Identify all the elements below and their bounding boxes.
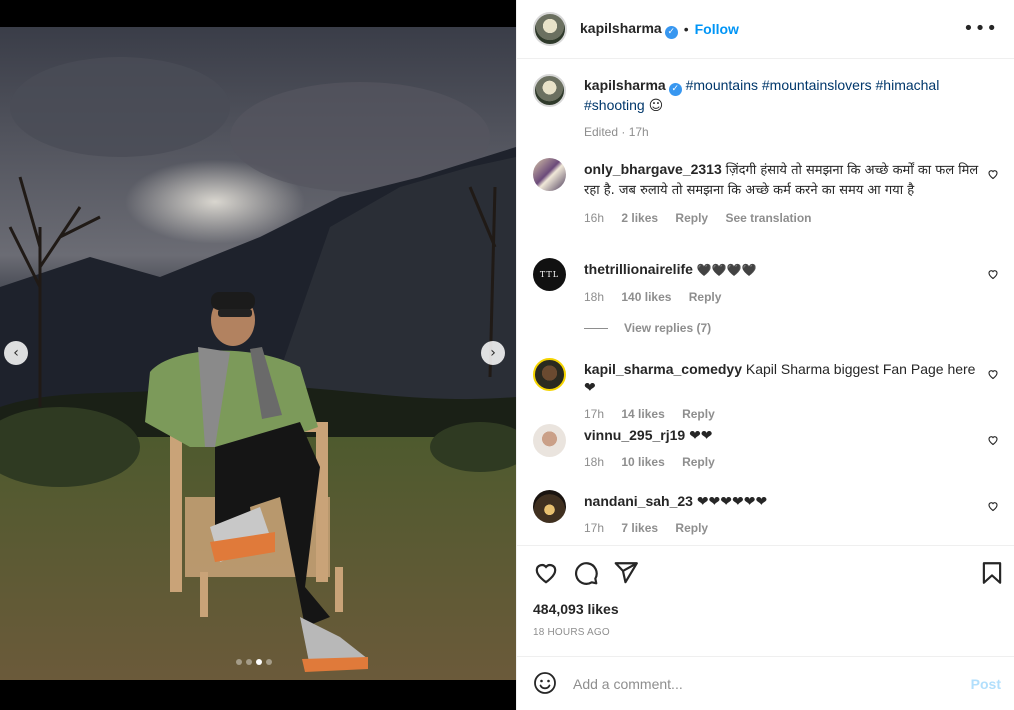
view-replies-label[interactable]: View replies (7) xyxy=(624,321,711,335)
heart-icon[interactable] xyxy=(987,500,999,512)
comment-body: thetrillionairelife 🖤🖤🖤🖤 18h 140 likes R… xyxy=(584,260,979,306)
comment-likes[interactable]: 2 likes xyxy=(621,211,658,225)
comment-body: only_bhargave_2313 ज़िंदगी हंसाये तो समझ… xyxy=(584,160,979,227)
carousel-dot xyxy=(266,659,272,665)
comment-meta: 16h 2 likes Reply See translation xyxy=(584,209,979,227)
comment-text: 🖤🖤🖤🖤 xyxy=(696,263,757,277)
caption-username[interactable]: kapilsharma xyxy=(584,77,666,93)
comment-time: 17h xyxy=(584,521,605,535)
comment-username[interactable]: thetrillionairelife xyxy=(584,261,693,277)
reply-button[interactable]: Reply xyxy=(689,290,722,304)
carousel-indicator xyxy=(236,659,272,665)
comments-list[interactable]: kapilsharma ✓ #mountains #mountainslovers… xyxy=(517,60,1014,545)
view-replies-button[interactable]: View replies (7) xyxy=(584,321,711,335)
comment-meta: 17h 7 likes Reply xyxy=(584,519,979,537)
bookmark-icon[interactable] xyxy=(979,560,1005,586)
comment-likes[interactable]: 7 likes xyxy=(621,521,658,535)
header-separator: • xyxy=(683,21,689,37)
heart-icon[interactable] xyxy=(987,268,999,280)
author-username[interactable]: kapilsharma ✓ xyxy=(580,20,678,39)
carousel-dot-active xyxy=(256,659,262,665)
heart-icon[interactable] xyxy=(987,434,999,446)
carousel-dot xyxy=(246,659,252,665)
add-comment-bar: Post xyxy=(517,656,1014,710)
carousel-dot xyxy=(236,659,242,665)
more-horizontal-icon[interactable]: ••• xyxy=(963,18,998,39)
comment-likes[interactable]: 10 likes xyxy=(621,455,664,469)
comment-meta: 18h 140 likes Reply xyxy=(584,288,979,306)
reply-button[interactable]: Reply xyxy=(682,407,715,421)
commenter-avatar[interactable] xyxy=(533,424,566,457)
commenter-avatar[interactable] xyxy=(533,490,566,523)
comment-meta: 17h 14 likes Reply xyxy=(584,405,979,423)
comment-username[interactable]: only_bhargave_2313 xyxy=(584,161,722,177)
comment-time: 18h xyxy=(584,290,605,304)
reply-button[interactable]: Reply xyxy=(675,521,708,535)
comment-time: 17h xyxy=(584,407,605,421)
post-photo xyxy=(0,27,516,680)
comment-username[interactable]: vinnu_295_rj19 xyxy=(584,427,685,443)
comment-input[interactable] xyxy=(573,673,943,695)
emoji-icon[interactable] xyxy=(533,671,557,695)
avatar-logo-text: TTL xyxy=(539,270,560,279)
comment-body: vinnu_295_rj19 ❤❤ 18h 10 likes Reply xyxy=(584,426,979,471)
comment-username[interactable]: nandani_sah_23 xyxy=(584,493,693,509)
reply-button[interactable]: Reply xyxy=(675,211,708,225)
commenter-avatar[interactable] xyxy=(533,358,566,391)
chevron-left-icon: ‹ xyxy=(13,345,19,361)
comment-text: ❤❤❤❤❤❤ xyxy=(696,493,768,509)
comment-time: 16h xyxy=(584,211,605,225)
verified-badge-icon: ✓ xyxy=(668,83,682,96)
chevron-right-icon: › xyxy=(490,345,496,361)
like-heart-icon[interactable] xyxy=(533,560,559,586)
comment-bubble-icon[interactable] xyxy=(573,560,599,586)
post-comment-button[interactable]: Post xyxy=(971,676,1001,692)
comment-text: ❤❤ xyxy=(689,427,713,443)
post-timestamp: 18 HOURS AGO xyxy=(533,627,610,638)
caption-body: kapilsharma ✓ #mountains #mountainslovers… xyxy=(584,76,979,141)
comment-body: nandani_sah_23 ❤❤❤❤❤❤ 17h 7 likes Reply xyxy=(584,492,979,537)
reply-button[interactable]: Reply xyxy=(682,455,715,469)
comment-body: kapil_sharma_comedyy Kapil Sharma bigges… xyxy=(584,360,979,423)
commenter-avatar[interactable]: TTL xyxy=(533,258,566,291)
verified-badge-icon: ✓ xyxy=(664,25,678,39)
caption-avatar[interactable] xyxy=(533,74,566,107)
comment-time: 18h xyxy=(584,455,605,469)
carousel-prev-button[interactable]: ‹ xyxy=(4,341,28,365)
comment-username[interactable]: kapil_sharma_comedyy xyxy=(584,361,742,377)
see-translation-link[interactable]: See translation xyxy=(725,211,811,225)
caption-meta: Edited · 17h xyxy=(584,123,979,141)
hashtag-link[interactable]: #mountains xyxy=(686,77,758,93)
post-modal: ‹ › kapilsharma ✓ • Follow ••• kapilshar… xyxy=(0,0,1014,710)
post-side-panel: kapilsharma ✓ • Follow ••• kapilsharma ✓ #… xyxy=(516,0,1014,710)
smile-emoji: ☺ xyxy=(648,98,664,114)
comment-likes[interactable]: 14 likes xyxy=(621,407,664,421)
follow-button[interactable]: Follow xyxy=(695,21,739,37)
hashtag-link[interactable]: #shooting xyxy=(584,97,645,113)
share-send-icon[interactable] xyxy=(613,560,639,586)
heart-icon[interactable] xyxy=(987,168,999,180)
heart-icon[interactable] xyxy=(987,368,999,380)
caption-edited: Edited · 17h xyxy=(584,125,649,139)
carousel-next-button[interactable]: › xyxy=(481,341,505,365)
commenter-avatar[interactable] xyxy=(533,158,566,191)
author-username-text[interactable]: kapilsharma xyxy=(580,20,662,36)
likes-count[interactable]: 484,093 likes xyxy=(533,601,619,617)
post-header: kapilsharma ✓ • Follow ••• xyxy=(517,0,1014,59)
comment-likes[interactable]: 140 likes xyxy=(621,290,671,304)
post-media[interactable]: ‹ › xyxy=(0,27,516,680)
comment-meta: 18h 10 likes Reply xyxy=(584,453,979,471)
hashtag-link[interactable]: #mountainslovers xyxy=(762,77,872,93)
post-actions: 484,093 likes 18 HOURS AGO Post xyxy=(517,545,1014,710)
author-avatar[interactable] xyxy=(533,12,567,46)
divider-line xyxy=(584,327,608,329)
hashtag-link[interactable]: #himachal xyxy=(876,77,940,93)
